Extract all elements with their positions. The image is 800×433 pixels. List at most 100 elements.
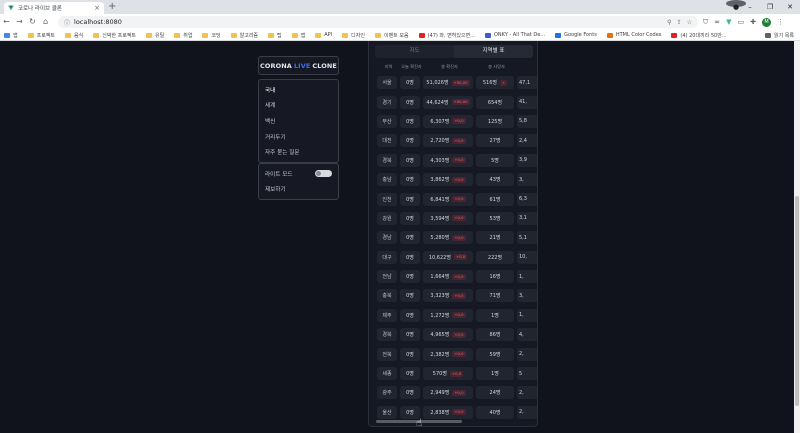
region-cell-value: 대구	[382, 254, 392, 261]
table-row: 세종 0명 570명 +0,0 1명 5	[377, 364, 537, 383]
maximize-button[interactable]: ❐	[760, 0, 780, 14]
tab-map[interactable]: 지도	[375, 45, 454, 58]
bookmark-item[interactable]: 팁	[268, 32, 282, 39]
ext-shield-icon[interactable]: ⛉	[703, 14, 708, 30]
region-cell-value: 전남	[382, 274, 392, 281]
region-cell: 부산	[377, 114, 397, 128]
tab-close-icon[interactable]: ×	[94, 4, 100, 12]
bookmark-item[interactable]: ONKY - All That De...	[484, 32, 545, 38]
nav-item-world[interactable]: 세계	[259, 98, 338, 114]
region-cell-value: 충남	[382, 177, 392, 184]
bookmark-item[interactable]: 음식	[65, 32, 83, 39]
bookmark-item[interactable]: 앱	[291, 32, 305, 39]
nav-item-report[interactable]: 제보하기	[259, 182, 338, 198]
page-scrollbar[interactable]	[794, 41, 800, 433]
deaths-cell: 71명	[476, 289, 514, 303]
tab-region-table[interactable]: 지역별 표	[454, 45, 533, 58]
bookmark-item[interactable]: (4) 20대끼리 50만...	[671, 32, 727, 39]
browser-menu-icon[interactable]: ⋮	[777, 14, 784, 30]
back-arrow-icon[interactable]: ←	[0, 14, 13, 30]
today-cell: 0명	[400, 211, 420, 225]
header-deaths: 총 사망자	[488, 64, 505, 69]
confirmed-cell: 51,026명 +00,00	[423, 76, 473, 90]
account-menu-icon[interactable]: ●	[726, 0, 746, 14]
today-cell-value: 0명	[406, 390, 414, 397]
bookmark-item[interactable]: 프로젝트	[27, 32, 55, 39]
confirmed-cell-value: 4,303명	[430, 157, 450, 164]
region-cell-value: 강원	[382, 215, 392, 222]
confirmed-cell: 2,720명 +0,0	[423, 134, 473, 148]
logo-part-live: LIVE	[293, 61, 311, 70]
deaths-cell: 654명	[476, 95, 514, 109]
bookmark-item[interactable]: 코딩	[202, 32, 221, 39]
confirmed-cell: 3,323명 +0,0	[423, 289, 473, 303]
home-icon[interactable]: ⌂	[39, 14, 52, 30]
bookmark-item[interactable]: Google Fonts	[555, 32, 597, 38]
extensions-puzzle-icon[interactable]: ✚	[750, 14, 756, 30]
bookmark-item[interactable]: HTML Color Codes	[606, 32, 661, 38]
ext-vue-devtools-icon[interactable]: ▼	[726, 14, 731, 30]
deaths-cell-value: 86명	[489, 332, 501, 339]
bookmark-label: 코딩	[211, 32, 221, 39]
bookmark-item[interactable]: 앱	[4, 32, 18, 39]
reading-list[interactable]: 읽기 목록	[765, 30, 794, 41]
light-mode-toggle[interactable]	[315, 170, 332, 178]
overflow-cell: 3,1	[517, 211, 537, 225]
share-icon[interactable]: ⇪	[677, 19, 682, 26]
reload-icon[interactable]: ↻	[26, 14, 39, 30]
site-info-icon[interactable]: ⓘ	[64, 18, 70, 27]
browser-tab[interactable]: 코로나 라이브 클론 ×	[4, 2, 104, 14]
zoom-search-icon[interactable]: ⚲	[667, 19, 671, 26]
bookmark-item[interactable]: API	[315, 32, 332, 38]
increase-badge: +0,0	[453, 254, 468, 261]
page-scrollbar-thumb[interactable]	[795, 196, 799, 406]
region-cell: 대구	[377, 250, 397, 264]
profile-avatar[interactable]: M	[761, 17, 771, 27]
table-row: 대구 0명 10,622명 +0,0 222명 10,	[377, 248, 537, 267]
table-header: 지역 오늘 확진자 총 확진자 총 사망자	[377, 63, 517, 71]
nav-item-vaccine[interactable]: 백신	[259, 113, 338, 129]
ext-ruler-icon[interactable]: ▭	[737, 14, 744, 30]
region-cell-value: 세종	[382, 371, 392, 378]
confirmed-cell: 6,841명 +0,0	[423, 192, 473, 206]
today-cell-value: 0명	[406, 274, 414, 281]
table-row: 부산 0명 6,307명 +0,0 125명 5,8	[377, 112, 537, 131]
today-cell: 0명	[400, 270, 420, 284]
minimize-button[interactable]: –	[740, 0, 760, 14]
bookmark-item[interactable]: 디자인	[342, 32, 365, 39]
increase-badge: +0,0	[452, 176, 466, 183]
bookmark-item[interactable]: 취업	[174, 32, 192, 39]
confirmed-cell: 10,622명 +0,0	[423, 250, 473, 264]
table-row: 전북 0명 2,382명 +0,0 59명 2,	[377, 344, 537, 363]
bookmark-item[interactable]: 유틸	[146, 32, 164, 39]
region-cell-value: 전북	[382, 351, 392, 358]
today-cell-value: 0명	[406, 371, 414, 378]
nav-item-faq[interactable]: 자주 묻는 질문	[259, 144, 338, 160]
overflow-cell: 1,	[517, 308, 537, 322]
table-body: 서울 0명 51,026명 +00,00 516명 +47,1 경기 0명 44,624명 +00…	[377, 73, 537, 422]
today-cell: 0명	[400, 95, 420, 109]
site-logo[interactable]: CORONA LIVE CLONE	[258, 56, 339, 75]
confirmed-cell: 2,838명 +0,0	[423, 405, 473, 419]
bookmark-star-icon[interactable]: ☆	[687, 19, 692, 26]
ext-glasses-icon[interactable]: ∞	[714, 14, 720, 30]
bookmark-folder-icon	[291, 32, 298, 38]
confirmed-cell-value: 5,280명	[430, 235, 450, 242]
region-cell: 전북	[377, 347, 397, 361]
region-cell: 서울	[377, 76, 397, 90]
nav-item-domestic[interactable]: 국내	[259, 82, 338, 98]
bookmark-item[interactable]: (47) 와, 면허있으면...	[418, 32, 475, 39]
forward-arrow-icon[interactable]: →	[13, 14, 26, 30]
address-bar[interactable]: ⓘ localhost:8080 ⚲ ⇪ ☆	[58, 16, 698, 28]
bookmark-label: 알고리즘	[239, 32, 259, 39]
increase-badge: +0,0	[452, 118, 466, 125]
nav-item-distancing[interactable]: 거리두기	[259, 129, 338, 145]
new-tab-button[interactable]: +	[108, 1, 116, 13]
bookmark-item[interactable]: 이벤트 모음	[374, 32, 409, 39]
region-cell-value: 서울	[382, 80, 392, 87]
bookmark-item[interactable]: 신박한 프로젝트	[93, 32, 136, 39]
close-window-button[interactable]: ✕	[780, 0, 800, 14]
overflow-cell: 1,	[517, 270, 537, 284]
bookmark-item[interactable]: 알고리즘	[230, 32, 259, 39]
region-cell-value: 경북	[382, 157, 392, 164]
